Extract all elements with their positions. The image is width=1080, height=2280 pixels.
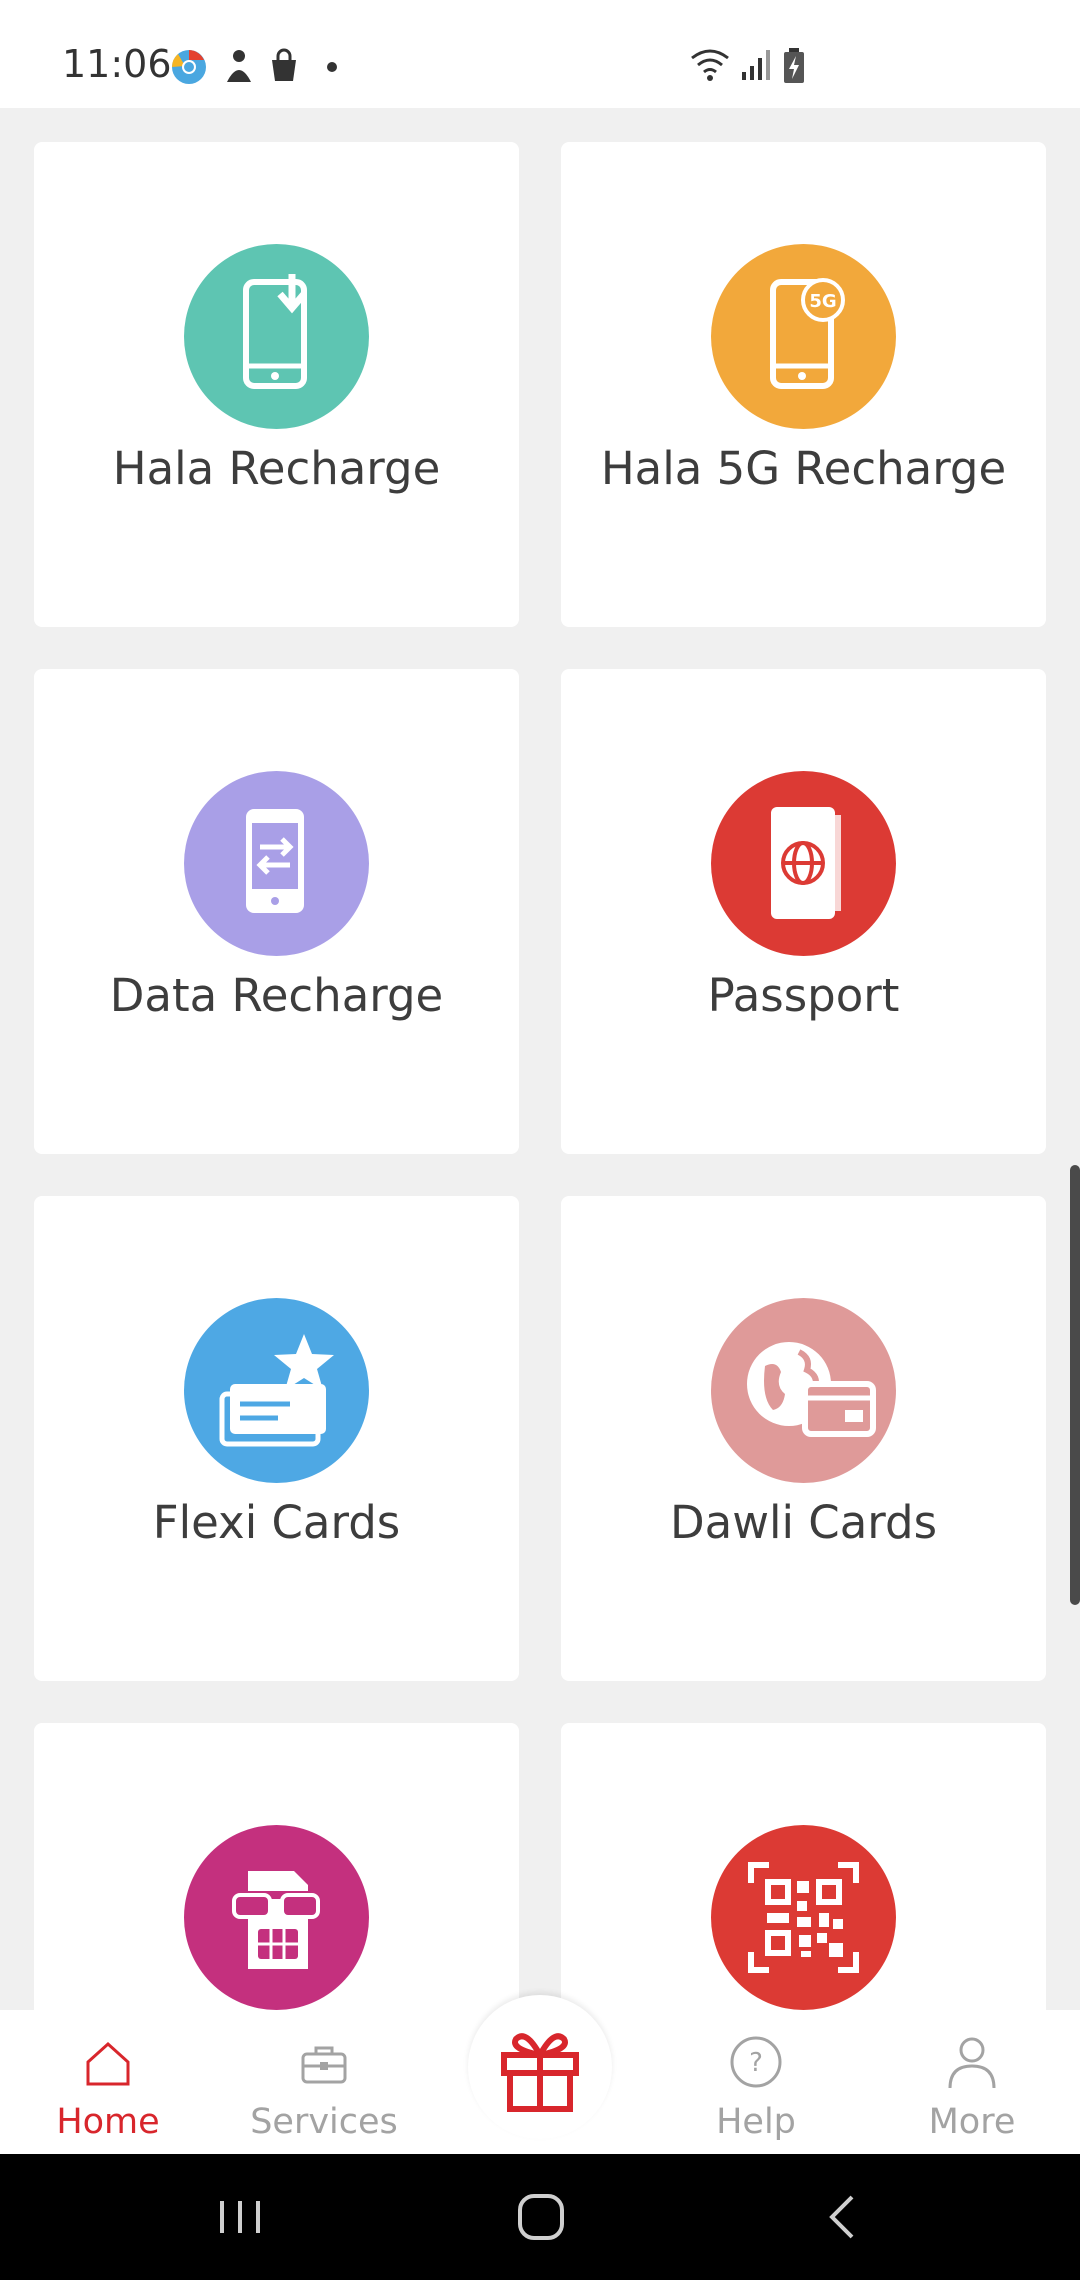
service-card-data-recharge[interactable]: Data Recharge bbox=[34, 669, 519, 1154]
phone-download-icon bbox=[184, 244, 369, 429]
service-card-hala-5g-recharge[interactable]: 5G Hala 5G Recharge bbox=[561, 142, 1046, 627]
gift-icon bbox=[501, 2033, 579, 2112]
nav-help[interactable]: ? Help bbox=[648, 2010, 864, 2154]
services-grid: Hala Recharge 5G Hala 5G Recharge Data R… bbox=[0, 108, 1080, 2010]
back-icon[interactable] bbox=[814, 2187, 874, 2247]
nav-label-more: More bbox=[928, 2102, 1016, 2142]
nav-label-help: Help bbox=[716, 2102, 796, 2142]
service-card-sim[interactable] bbox=[34, 1723, 519, 2010]
service-label: Data Recharge bbox=[109, 969, 444, 1022]
nav-label-home: Home bbox=[56, 2102, 160, 2142]
service-card-passport[interactable]: Passport bbox=[561, 669, 1046, 1154]
signal-icon bbox=[740, 48, 772, 87]
help-icon: ? bbox=[730, 2036, 782, 2088]
scrollbar-thumb[interactable] bbox=[1070, 1165, 1080, 1605]
person-icon bbox=[948, 2037, 996, 2089]
status-bar: 11:06 bbox=[0, 0, 1080, 108]
chrome-icon bbox=[170, 48, 208, 91]
service-label: Dawli Cards bbox=[669, 1496, 938, 1549]
service-label: Flexi Cards bbox=[152, 1496, 401, 1549]
sim-glasses-icon bbox=[184, 1825, 369, 2010]
service-card-flexi-cards[interactable]: Flexi Cards bbox=[34, 1196, 519, 1681]
service-label: Hala Recharge bbox=[112, 442, 441, 495]
svg-text:?: ? bbox=[749, 2048, 763, 2078]
battery-charging-icon bbox=[782, 48, 806, 89]
nav-home[interactable]: Home bbox=[0, 2010, 216, 2154]
shopping-bag-icon bbox=[266, 48, 302, 89]
dot-icon bbox=[326, 60, 338, 78]
service-card-dawli-cards[interactable]: Dawli Cards bbox=[561, 1196, 1046, 1681]
phone-5g-icon: 5G bbox=[711, 244, 896, 429]
briefcase-icon bbox=[301, 2046, 347, 2084]
status-time: 11:06 bbox=[62, 42, 172, 86]
wifi-icon bbox=[690, 48, 730, 87]
globe-card-icon bbox=[711, 1298, 896, 1483]
service-card-hala-recharge[interactable]: Hala Recharge bbox=[34, 142, 519, 627]
gift-button[interactable] bbox=[468, 1995, 612, 2139]
nav-services[interactable]: Services bbox=[216, 2010, 432, 2154]
home-circle-icon[interactable] bbox=[511, 2187, 571, 2247]
home-icon bbox=[86, 2041, 130, 2086]
phone-exchange-icon bbox=[184, 771, 369, 956]
system-nav-bar bbox=[0, 2154, 1080, 2280]
service-card-qr[interactable] bbox=[561, 1723, 1046, 2010]
qr-code-icon bbox=[711, 1825, 896, 2010]
recent-apps-icon[interactable] bbox=[210, 2187, 270, 2247]
nav-more[interactable]: More bbox=[864, 2010, 1080, 2154]
svg-text:5G: 5G bbox=[809, 291, 836, 312]
cards-star-icon bbox=[184, 1298, 369, 1483]
service-label: Hala 5G Recharge bbox=[600, 442, 1007, 495]
service-label: Passport bbox=[707, 969, 900, 1022]
app-icon bbox=[222, 48, 256, 91]
passport-icon bbox=[711, 771, 896, 956]
nav-label-services: Services bbox=[250, 2102, 398, 2142]
